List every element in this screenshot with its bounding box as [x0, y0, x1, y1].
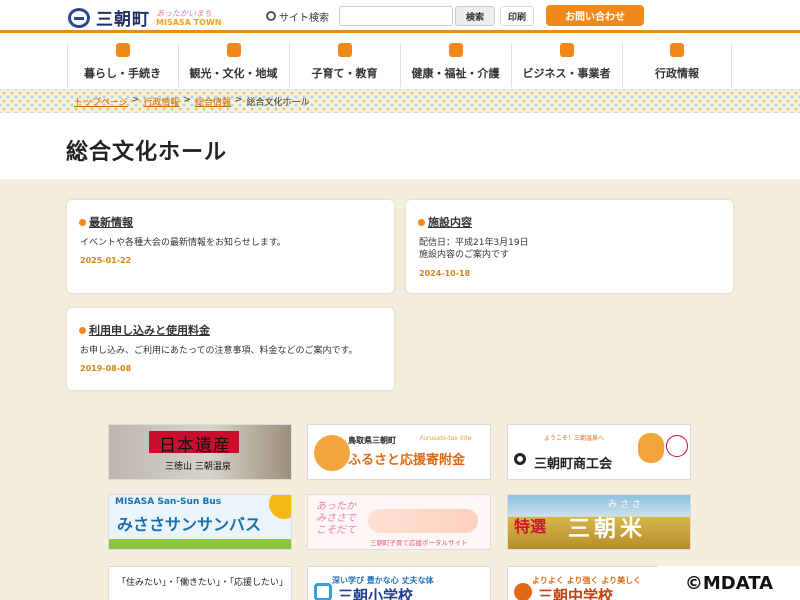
banner-japan-heritage[interactable]: 日本遺産 三徳山 三朝温泉: [108, 424, 292, 480]
banner-title: 三朝小学校: [338, 587, 414, 600]
banner-subtitle: MISASA San-Sun Bus: [115, 497, 222, 507]
card-date: 2019-08-08: [80, 364, 132, 373]
search-input[interactable]: [339, 6, 453, 26]
card-title-link[interactable]: 施設内容: [418, 214, 472, 230]
search-label: サイト検索: [266, 9, 329, 24]
banner-title: みささサンサンバス: [117, 515, 262, 534]
top-header: 三朝町 あったかいまち MISASA TOWN サイト検索 検索 印刷 お問い合…: [0, 0, 800, 30]
card-description: 配信日：平成21年3月19日 施設内容のご案内です: [419, 238, 529, 260]
suitcase-icon: [226, 43, 241, 57]
site-logo[interactable]: 三朝町 あったかいまち MISASA TOWN: [68, 5, 221, 30]
search-button[interactable]: 検索: [455, 6, 495, 26]
bullet-icon: [418, 218, 425, 226]
banner-tagline: Furusato-tax-Site: [420, 435, 472, 442]
banner-elementary-school[interactable]: 深い学び 豊かな心 丈夫な体 三朝小学校: [307, 566, 491, 600]
school-emblem-icon: [314, 583, 332, 600]
banner-title: 「住みたい」・「働きたい」・「応援したい」: [117, 578, 289, 588]
mascot-icon: [638, 433, 664, 463]
card-date: 2025-01-22: [80, 256, 132, 265]
bullet-icon: [79, 326, 86, 334]
nav-item-business[interactable]: ビジネス・事業者: [511, 43, 621, 87]
building-icon: [670, 43, 684, 57]
children-illustration: [368, 509, 478, 533]
banner-label: 特選: [514, 517, 547, 536]
search-icon: [266, 11, 276, 21]
main-nav: 暮らし・手続き 観光・文化・地域 子育て・教育 健康・福祉・介護 ビジネス・事業…: [0, 33, 800, 89]
school-emblem-icon: [514, 583, 532, 600]
sun-icon: [269, 495, 291, 519]
breadcrumb-separator: >: [183, 95, 191, 105]
nav-label: 子育て・教育: [311, 67, 378, 80]
banner-title: ふるさと応援寄附金: [348, 453, 466, 468]
contact-button[interactable]: お問い合わせ: [546, 5, 644, 26]
people-icon: [115, 43, 130, 57]
breadcrumb-link-general[interactable]: 総合情報: [195, 95, 231, 108]
banner-title: 三朝中学校: [538, 587, 614, 600]
nav-label: 行政情報: [655, 67, 699, 80]
nav-item-admin[interactable]: 行政情報: [622, 43, 732, 87]
nav-item-living[interactable]: 暮らし・手続き: [67, 43, 177, 87]
nav-label: 暮らし・手続き: [84, 67, 161, 80]
banner-furusato-tax[interactable]: 鳥取県三朝町 Furusato-tax-Site ふるさと応援寄附金: [307, 424, 491, 480]
nav-item-health[interactable]: 健康・福祉・介護: [400, 43, 510, 87]
town-emblem-icon: [68, 7, 90, 28]
banner-sansun-bus[interactable]: MISASA San-Sun Bus みささサンサンバス: [108, 494, 292, 550]
nav-label: 健康・福祉・介護: [411, 67, 500, 80]
briefcase-icon: [559, 43, 574, 57]
banner-kana: みささ: [608, 500, 645, 510]
print-button[interactable]: 印刷: [500, 6, 534, 26]
nav-item-tourism[interactable]: 観光・文化・地域: [178, 43, 288, 87]
banner-live-work-support[interactable]: 「住みたい」・「働きたい」・「応援したい」: [108, 566, 292, 600]
bullet-icon: [79, 218, 86, 226]
banner-title: 三朝米: [568, 517, 647, 542]
card-latest-news: 最新情報 イベントや各種大会の最新情報をお知らせします。 2025-01-22: [67, 200, 394, 293]
banner-subtitle: 三徳山 三朝温泉: [165, 462, 231, 472]
card-date: 2024-10-18: [419, 269, 471, 278]
grass-strip: [109, 539, 291, 549]
mascot-icon: [314, 435, 350, 471]
breadcrumb-separator: >: [234, 95, 243, 105]
breadcrumb-link-top[interactable]: トップページ: [74, 95, 128, 108]
copyright-watermark: ©MDATA: [658, 566, 800, 600]
site-search: サイト検索 検索: [266, 6, 495, 26]
card-title-link[interactable]: 最新情報: [79, 214, 133, 230]
breadcrumb-separator: >: [131, 95, 140, 105]
card-application: 利用申し込みと使用料金 お申し込み、ご利用にあたっての注意事項、料金などのご案内…: [67, 308, 394, 390]
banner-chamber-of-commerce[interactable]: ようこそ！三朝温泉へ 三朝町商工会: [507, 424, 691, 480]
care-icon: [448, 43, 463, 57]
gear-icon: [514, 453, 526, 465]
card-description: お申し込み、ご利用にあたっての注意事項、料金などのご案内です。: [80, 346, 358, 356]
banner-subtitle: 鳥取県三朝町: [348, 436, 396, 445]
nav-item-childcare[interactable]: 子育て・教育: [289, 43, 399, 87]
nav-label: 観光・文化・地域: [189, 67, 278, 80]
banner-subtitle: 三朝町子育て応援ポータルサイト: [370, 539, 468, 547]
banner-misasa-rice[interactable]: みささ 特選 三朝米: [507, 494, 691, 550]
page-title: 総合文化ホール: [66, 140, 228, 165]
breadcrumb-current: 総合文化ホール: [246, 98, 310, 108]
card-facility: 施設内容 配信日：平成21年3月19日 施設内容のご案内です 2024-10-1…: [406, 200, 733, 293]
banner-childcare-portal[interactable]: あったか みささで こそだて 三朝町子育て応援ポータルサイト: [307, 494, 491, 550]
banner-title: あったか みささで こそだて: [316, 501, 356, 536]
card-description: イベントや各種大会の最新情報をお知らせします。: [80, 238, 286, 248]
breadcrumb: トップページ > 行政情報 > 総合情報 > 総合文化ホール: [74, 95, 310, 108]
card-title-link[interactable]: 利用申し込みと使用料金: [79, 322, 210, 338]
breadcrumb-link-admin[interactable]: 行政情報: [143, 95, 179, 108]
logo-subtitle: あったかいまち MISASA TOWN: [156, 8, 222, 27]
badge-icon: [666, 435, 688, 457]
family-icon: [337, 43, 352, 57]
logo-text: 三朝町: [96, 10, 150, 30]
banner-subtitle: ようこそ！三朝温泉へ: [544, 435, 605, 442]
banner-title: 三朝町商工会: [534, 457, 613, 472]
banner-title: 日本遺産: [159, 436, 231, 456]
nav-label: ビジネス・事業者: [522, 67, 611, 80]
